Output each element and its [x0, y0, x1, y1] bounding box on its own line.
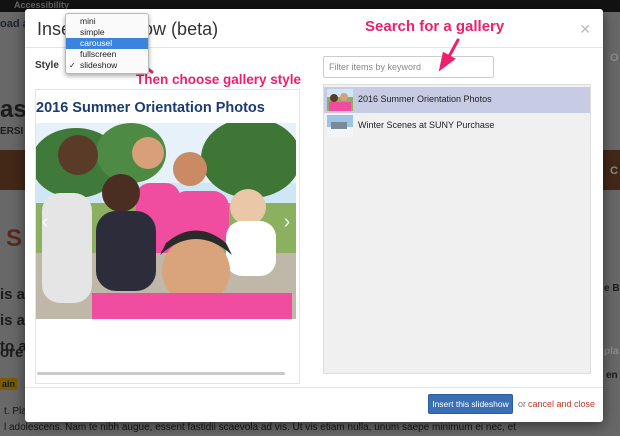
gallery-list-item[interactable]: 2016 Summer Orientation Photos — [324, 87, 590, 113]
style-label: Style — [35, 60, 59, 71]
slideshow-preview: 2016 Summer Orientation Photos ‹ › — [35, 89, 300, 384]
preview-photo: ‹ › — [36, 123, 296, 319]
gallery-thumbnail — [327, 115, 353, 137]
style-option-mini[interactable]: mini — [66, 16, 148, 27]
gallery-name: Winter Scenes at SUNY Purchase — [358, 120, 495, 130]
group-selfie-photo — [36, 123, 296, 319]
preview-gallery-title: 2016 Summer Orientation Photos — [36, 100, 265, 116]
cancel-and-close-link[interactable]: cancel and close — [528, 399, 595, 409]
style-option-carousel[interactable]: carousel — [66, 38, 148, 49]
insert-slideshow-dialog: Insert slideshow (beta) ✕ Style mini sim… — [25, 9, 603, 422]
preview-horizontal-scrollbar[interactable] — [37, 372, 285, 375]
search-hint-annotation: Search for a gallery — [365, 18, 505, 35]
gallery-search-input[interactable] — [323, 56, 494, 78]
style-option-slideshow[interactable]: ✓ slideshow — [66, 60, 148, 71]
style-option-simple[interactable]: simple — [66, 27, 148, 38]
next-slide-icon[interactable]: › — [280, 211, 294, 233]
style-option-fullscreen[interactable]: fullscreen — [66, 49, 148, 60]
gallery-list: 2016 Summer Orientation Photos Winter Sc… — [323, 84, 591, 374]
style-option-label: carousel — [80, 38, 113, 48]
previous-slide-icon[interactable]: ‹ — [38, 211, 52, 233]
style-option-label: mini — [80, 16, 96, 26]
close-icon[interactable]: ✕ — [579, 21, 591, 38]
style-option-label: simple — [80, 27, 105, 37]
gallery-list-item[interactable]: Winter Scenes at SUNY Purchase — [324, 113, 590, 139]
check-icon: ✓ — [69, 61, 76, 70]
footer-or-text: or — [518, 399, 527, 409]
gallery-name: 2016 Summer Orientation Photos — [358, 94, 492, 104]
style-option-label: fullscreen — [80, 49, 117, 59]
insert-slideshow-button[interactable]: Insert this slideshow — [428, 394, 513, 414]
footer-divider — [25, 387, 603, 388]
style-option-label: slideshow — [80, 60, 118, 70]
gallery-thumbnail — [327, 89, 353, 111]
style-dropdown-menu[interactable]: mini simple carousel fullscreen ✓ slides… — [65, 13, 149, 74]
style-hint-annotation: Then choose gallery style — [136, 72, 302, 87]
